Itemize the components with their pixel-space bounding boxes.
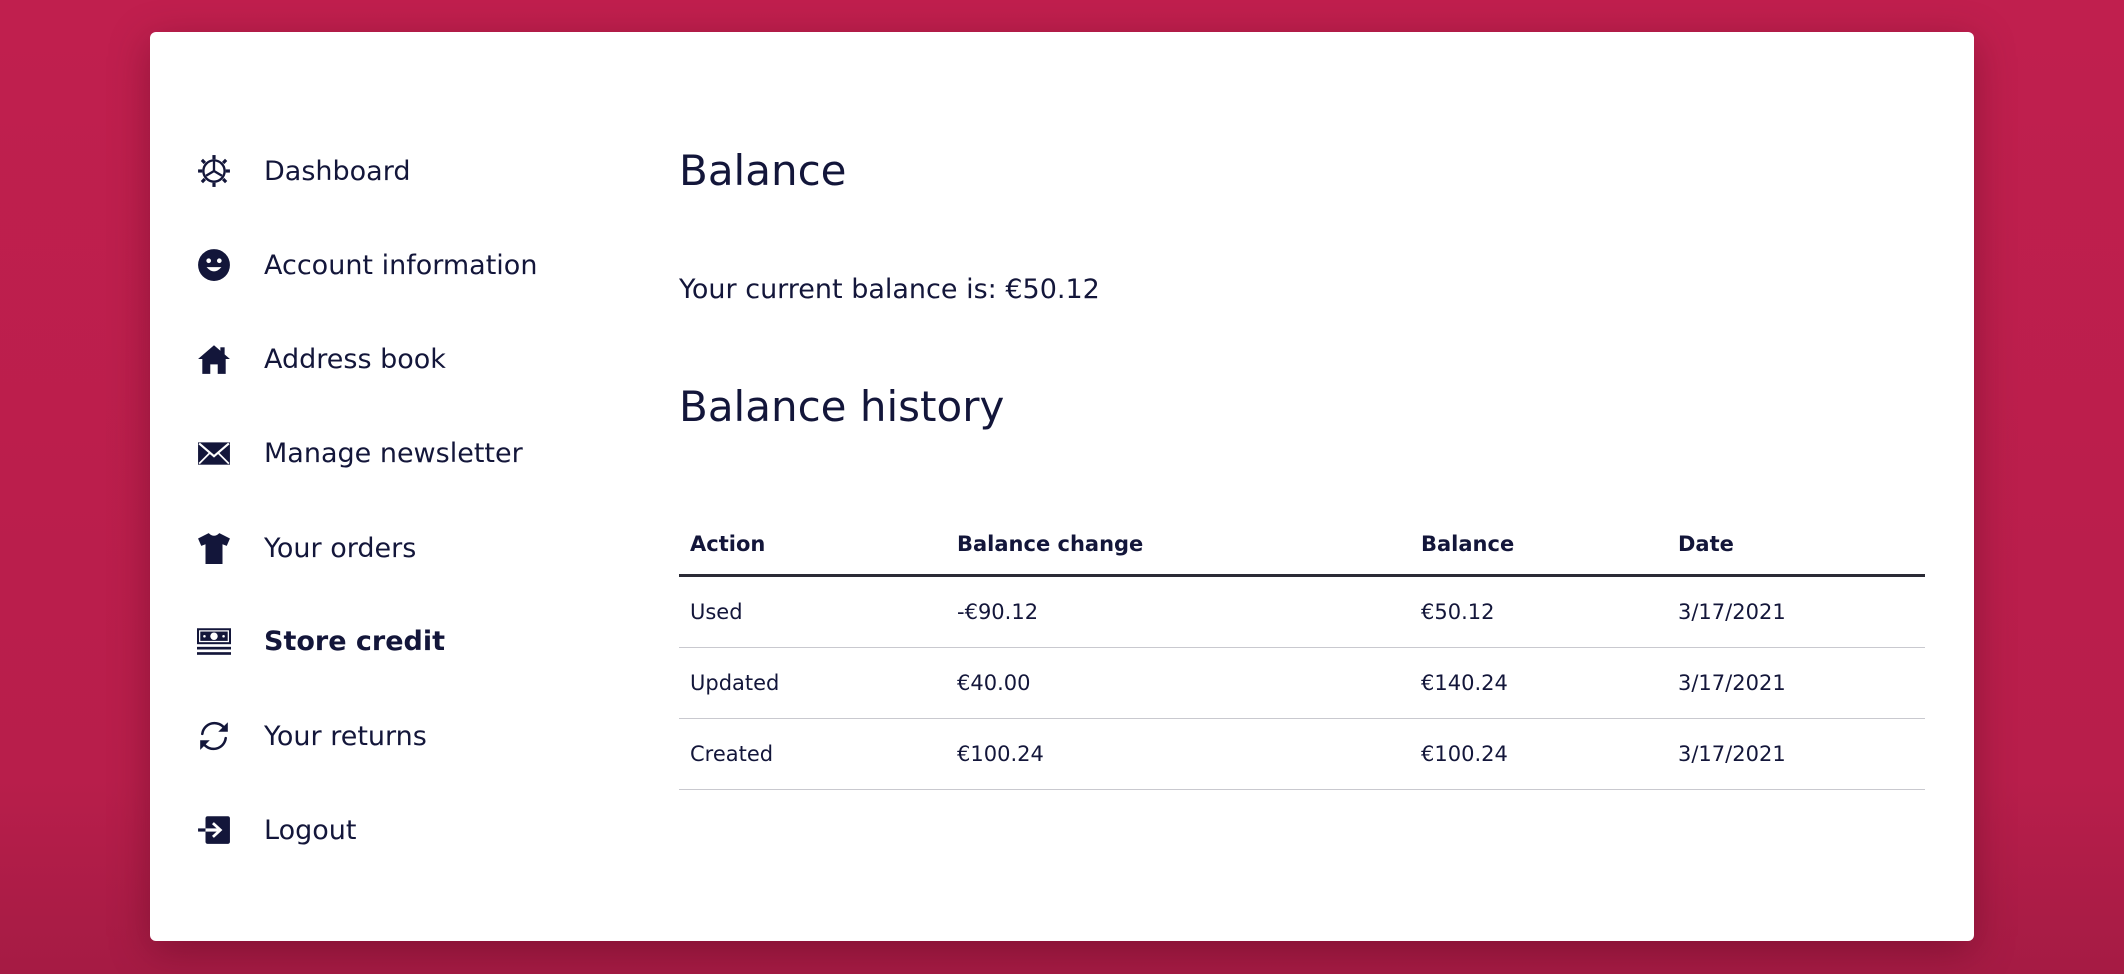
balance-history-title: Balance history bbox=[679, 382, 1005, 431]
column-header-action: Action bbox=[679, 532, 946, 577]
gear-icon bbox=[196, 153, 232, 189]
table-row: Updated €40.00 €140.24 3/17/2021 bbox=[679, 647, 1925, 719]
sidebar-item-label: Manage newsletter bbox=[264, 437, 523, 469]
sidebar-item-label: Logout bbox=[264, 814, 357, 846]
envelope-icon bbox=[196, 435, 232, 471]
sidebar-item-your-orders[interactable]: Your orders bbox=[196, 518, 416, 578]
sidebar-item-label: Dashboard bbox=[264, 155, 411, 187]
cell-balance: €50.12 bbox=[1410, 575, 1667, 648]
cell-date: 3/17/2021 bbox=[1667, 718, 1925, 790]
cell-balance-change: -€90.12 bbox=[946, 575, 1410, 648]
sidebar-item-logout[interactable]: Logout bbox=[196, 800, 356, 860]
column-header-balance-change: Balance change bbox=[946, 532, 1410, 577]
account-card: Dashboard Account information Address bo… bbox=[150, 32, 1974, 941]
cell-balance: €140.24 bbox=[1410, 647, 1667, 719]
sidebar-item-dashboard[interactable]: Dashboard bbox=[196, 141, 410, 201]
house-icon bbox=[196, 341, 232, 377]
sidebar-item-label: Store credit bbox=[264, 625, 446, 657]
cell-action: Created bbox=[679, 718, 946, 790]
cell-action: Updated bbox=[679, 647, 946, 719]
page-title: Balance bbox=[679, 146, 847, 195]
cell-action: Used bbox=[679, 575, 946, 648]
cell-date: 3/17/2021 bbox=[1667, 575, 1925, 648]
sidebar-item-your-returns[interactable]: Your returns bbox=[196, 706, 427, 766]
smiley-icon bbox=[196, 247, 232, 283]
logout-icon bbox=[196, 812, 232, 848]
current-balance-text: Your current balance is: €50.12 bbox=[679, 274, 1100, 305]
table-row: Created €100.24 €100.24 3/17/2021 bbox=[679, 718, 1925, 790]
cell-balance-change: €100.24 bbox=[946, 718, 1410, 790]
tshirt-icon bbox=[196, 530, 232, 566]
sidebar-item-label: Address book bbox=[264, 343, 446, 375]
sidebar-item-label: Your returns bbox=[264, 720, 427, 752]
cell-date: 3/17/2021 bbox=[1667, 647, 1925, 719]
column-header-balance: Balance bbox=[1410, 532, 1667, 577]
table-header-row: Action Balance change Balance Date bbox=[679, 532, 1925, 577]
sidebar-item-address-book[interactable]: Address book bbox=[196, 329, 446, 389]
sidebar-item-account-information[interactable]: Account information bbox=[196, 235, 537, 295]
sidebar-item-label: Your orders bbox=[264, 532, 417, 564]
sidebar-item-store-credit[interactable]: Store credit bbox=[196, 611, 445, 671]
sidebar-item-label: Account information bbox=[264, 249, 538, 281]
sidebar-item-manage-newsletter[interactable]: Manage newsletter bbox=[196, 423, 523, 483]
column-header-date: Date bbox=[1667, 532, 1925, 577]
refresh-icon bbox=[196, 718, 232, 754]
cell-balance: €100.24 bbox=[1410, 718, 1667, 790]
banknote-icon bbox=[196, 623, 232, 659]
balance-history-table: Action Balance change Balance Date Used … bbox=[679, 532, 1925, 790]
table-row: Used -€90.12 €50.12 3/17/2021 bbox=[679, 575, 1925, 648]
cell-balance-change: €40.00 bbox=[946, 647, 1410, 719]
